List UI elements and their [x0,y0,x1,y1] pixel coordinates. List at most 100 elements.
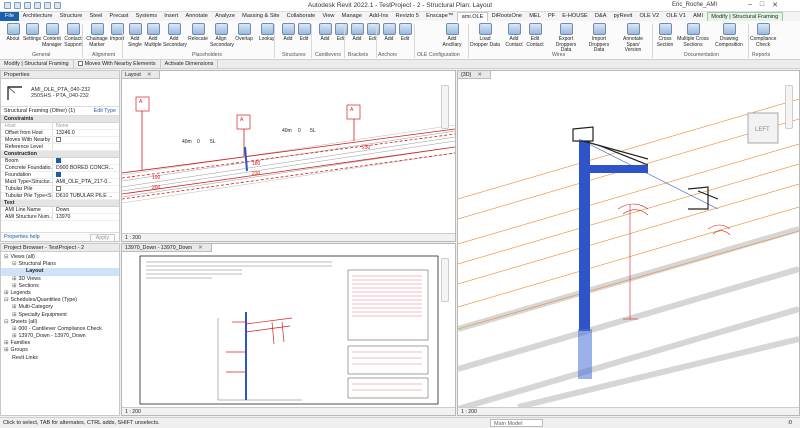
tree-item-views[interactable]: ⊟ Views (all) [1,254,119,261]
close-icon[interactable]: ✕ [147,72,151,78]
tab-analyze[interactable]: Analyze [211,12,238,21]
tree-item-families[interactable]: ⊞ Families [1,340,119,347]
category-construction[interactable]: Construction [1,151,119,158]
tab-massing-site[interactable]: Massing & Site [239,12,284,21]
tab-ole-v2[interactable]: OLE V2 [636,12,663,21]
checkbox-checked-icon[interactable] [56,158,61,163]
navigation-bar[interactable] [441,85,449,129]
category-constraints[interactable]: Constraints [1,116,119,123]
tab-enscape[interactable]: Enscape™ [422,12,457,21]
property-row[interactable]: Tubular Pile [1,186,119,193]
view-control-bar[interactable]: 1 : 200 [122,233,455,241]
property-row[interactable]: Mast Type<Structur... AMI_OLE_PTA_217-0..… [1,179,119,186]
tree-item-layout[interactable]: Layout [1,268,119,276]
3d-view[interactable]: {3D} ✕ LEFT 1 : 200 [457,70,800,416]
layout-view[interactable]: Layout ✕ A A A 190 200 180 230 230 40m 0 … [121,70,456,242]
moves-with-nearby-checkbox[interactable]: Moves With Nearby Elements [74,59,161,69]
property-row[interactable]: Moves With Nearby ... [1,137,119,144]
overlap-button[interactable]: Overlap [233,23,255,43]
multiple-cross-sections-button[interactable]: Multiple Cross Sections [676,23,710,48]
view-tab-layout[interactable]: Layout ✕ [122,71,161,79]
property-row[interactable]: Tubular Pile Type<S... D610 TUBULAR PILE … [1,193,119,200]
tab-insert[interactable]: Insert [161,12,182,21]
tree-item-sheets[interactable]: ⊟ Sheets (all) [1,319,119,326]
tab-systems[interactable]: Systems [132,12,161,21]
compliance-check-button[interactable]: Compliance Check [750,23,776,48]
minimize-icon[interactable]: – [748,1,752,9]
load-dropper-data-button[interactable]: Load Dropper Data [470,23,500,48]
tab-annotate[interactable]: Annotate [182,12,212,21]
anchor-edit-button[interactable]: Edit [394,23,416,43]
tree-item-schedules[interactable]: ⊟ Schedules/Quantities (Type) [1,297,119,304]
tab-architecture[interactable]: Architecture [19,12,56,21]
type-selector[interactable]: AMI_OLE_PTA_040-232 250SHS - PTA_040-232 [1,79,119,107]
add-ancillary-button[interactable]: Add Ancillary [441,23,463,48]
close-icon[interactable]: ✕ [772,1,778,9]
tree-item-revit-links[interactable]: Revit Links [1,355,119,362]
view-tab-3d[interactable]: {3D} ✕ [458,71,491,79]
tab-steel[interactable]: Steel [86,12,106,21]
category-text[interactable]: Text [1,200,119,207]
property-row[interactable]: Offset from Host 13246.0 [1,130,119,137]
tab-structure[interactable]: Structure [56,12,86,21]
tab-add-ins[interactable]: Add-Ins [365,12,391,21]
properties-help-link[interactable]: Properties help [4,234,40,240]
contact-support-button[interactable]: Contact Support [62,23,84,48]
maximize-icon[interactable]: □ [760,1,764,9]
content-manager-button[interactable]: Content Manager [41,23,63,48]
settings-button[interactable]: Settings [21,23,43,43]
tab-d-and-a[interactable]: D&A [591,12,610,21]
view-control-bar[interactable]: 1 : 200 [458,407,799,415]
property-row[interactable]: Foundation [1,172,119,179]
apply-button[interactable]: Apply [89,234,115,242]
align-secondary-button[interactable]: Align Secondary [210,23,234,48]
tree-item-legends[interactable]: ⊞ Legends [1,290,119,297]
checkbox-icon[interactable] [56,186,61,191]
add-secondary-button[interactable]: Add Secondary [163,23,187,48]
property-row[interactable]: Reference Level [1,144,119,151]
edit-type-button[interactable]: Edit Type [94,107,116,116]
tab-ami-ole[interactable]: ami.OLE [457,12,488,21]
view-tab-sheet[interactable]: 13970_Down - 13970_Down ✕ [122,244,212,252]
tab-e-house[interactable]: E-HOUSE [559,12,592,21]
tab-mel[interactable]: MEL [526,12,545,21]
tree-item-groups[interactable]: ⊞ Groups [1,347,119,354]
property-row[interactable]: Host None [1,123,119,130]
sheet-view[interactable]: 13970_Down - 13970_Down ✕ 1 : 200 [121,243,456,416]
import-droppers-button[interactable]: Import Droppers Data [584,23,614,54]
tab-collaborate[interactable]: Collaborate [283,12,319,21]
tab-precast[interactable]: Precast [106,12,132,21]
tab-modify-structural-framing[interactable]: Modify | Structural Framing [706,12,783,21]
workset-dropdown[interactable]: Main Model [490,419,544,427]
tab-manage[interactable]: Manage [338,12,365,21]
relocate-button[interactable]: Relocate [187,23,209,43]
navigation-bar[interactable] [785,85,793,129]
edit-contact-button[interactable]: Edit Contact [524,23,546,48]
tree-item-sheet-000[interactable]: ⊞ 000 - Cantilever Compliance Check [1,326,119,333]
tab-pyrevit[interactable]: pyRevit [610,12,636,21]
close-icon[interactable]: ✕ [198,245,202,251]
drawing-composition-button[interactable]: Drawing Composition [713,23,745,48]
tab-diroots[interactable]: DiRootsOne [488,12,526,21]
export-droppers-button[interactable]: Export Droppers Data [552,23,580,54]
view-control-bar[interactable]: 1 : 200 [122,407,455,415]
add-multiple-button[interactable]: Add Multiple [142,23,164,48]
navigation-bar[interactable] [441,258,449,302]
add-contact-button[interactable]: Add Contact [503,23,525,48]
tab-revizto[interactable]: Revizto 5 [392,12,423,21]
checkbox-icon[interactable] [77,60,83,66]
tab-file[interactable]: File [0,12,20,21]
cross-section-button[interactable]: Cross Section [654,23,676,48]
tree-item-multi-category[interactable]: ⊞ Multi-Category [1,304,119,311]
chainage-marker-button[interactable]: Chainage Marker [86,23,108,48]
tree-item-3d-views[interactable]: ⊞ 3D Views [1,276,119,283]
close-icon[interactable]: ✕ [477,72,481,78]
tab-view[interactable]: View [319,12,338,21]
checkbox-icon[interactable] [56,137,61,142]
property-row[interactable]: AMI Line Name Down [1,207,119,214]
tree-item-sections[interactable]: ⊞ Sections [1,283,119,290]
tree-item-sheet-13970[interactable]: ⊞ 13970_Down - 13970_Down [1,333,119,340]
tree-item-specialty-equipment[interactable]: ⊞ Specialty Equipment [1,312,119,319]
annotate-span-button[interactable]: Annotate Span/ Version [618,23,648,54]
window-controls[interactable]: – □ ✕ [748,1,778,9]
